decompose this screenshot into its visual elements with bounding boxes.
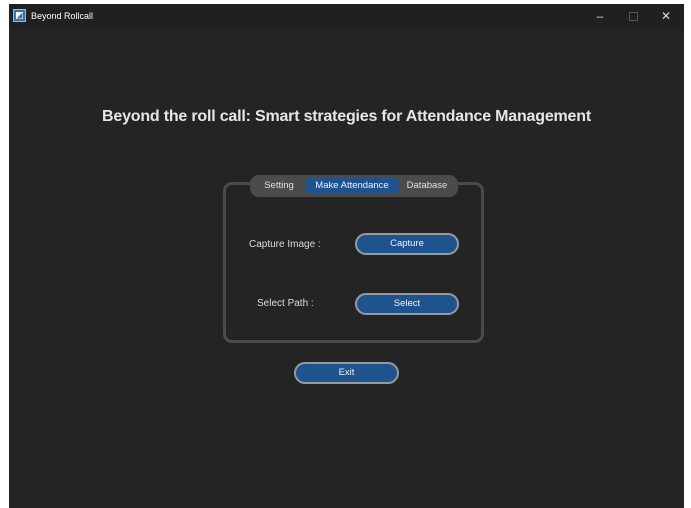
minimize-button[interactable]: –	[587, 7, 613, 25]
tab-make-attendance[interactable]: Make Attendance	[305, 178, 399, 194]
app-logo-icon: ◩	[13, 9, 26, 22]
app-window: ◩ Beyond Rollcall – ✕ Beyond the roll ca…	[9, 4, 684, 508]
tab-view-panel	[223, 182, 484, 343]
title-bar[interactable]: ◩ Beyond Rollcall – ✕	[9, 4, 684, 30]
select-path-label: Select Path :	[257, 298, 314, 309]
maximize-icon	[628, 12, 638, 22]
capture-button[interactable]: Capture	[355, 233, 459, 255]
select-path-button[interactable]: Select	[355, 293, 459, 315]
close-button[interactable]: ✕	[653, 7, 679, 25]
page-title: Beyond the roll call: Smart strategies f…	[102, 108, 591, 125]
tab-bar: Setting Make Attendance Database	[250, 175, 458, 197]
capture-image-label: Capture Image :	[249, 239, 321, 250]
tab-setting[interactable]: Setting	[256, 178, 302, 194]
window-title: Beyond Rollcall	[31, 11, 94, 21]
exit-button[interactable]: Exit	[294, 362, 399, 384]
tab-database[interactable]: Database	[401, 178, 453, 194]
maximize-button[interactable]	[620, 7, 646, 25]
